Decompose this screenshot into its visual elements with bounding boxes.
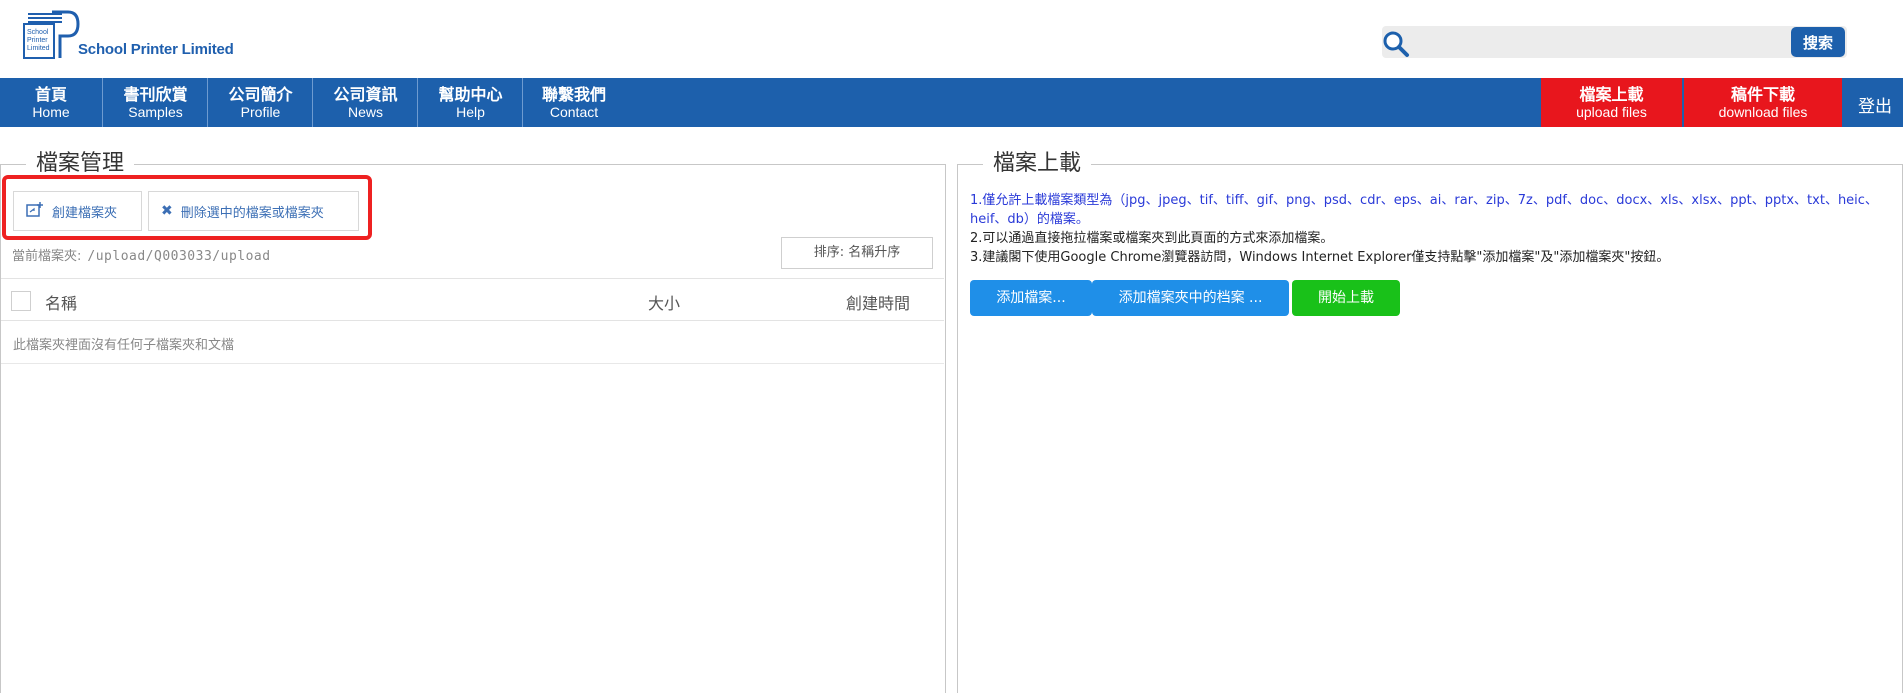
nav-profile[interactable]: 公司簡介 Profile: [209, 78, 313, 127]
nav-upload-zh: 檔案上載: [1579, 85, 1644, 104]
nav-download-zh: 稿件下載: [1730, 85, 1795, 104]
start-upload-button[interactable]: 開始上載: [1292, 280, 1400, 316]
add-files-button[interactable]: 添加檔案...: [970, 280, 1092, 316]
delete-selected-button[interactable]: ✖ 刪除選中的檔案或檔案夾: [148, 191, 359, 231]
nav-contact-zh: 聯繫我們: [541, 85, 606, 104]
nav-profile-en: Profile: [240, 104, 281, 120]
nav-download-files[interactable]: 稿件下載 download files: [1684, 78, 1842, 127]
nav-profile-zh: 公司簡介: [228, 85, 293, 104]
create-folder-label: 創建檔案夾: [52, 205, 118, 221]
nav-news-en: News: [347, 104, 383, 120]
current-folder-label: 當前檔案夾:: [12, 249, 82, 264]
nav-download-en: download files: [1718, 104, 1808, 120]
nav-help-en: Help: [456, 104, 485, 120]
nav-home[interactable]: 首頁 Home: [0, 78, 103, 127]
select-all-checkbox[interactable]: [11, 291, 31, 311]
empty-folder-message: 此檔案夾裡面沒有任何子檔案夾和文檔: [13, 338, 235, 353]
upload-note-browser: 3.建議閣下使用Google Chrome瀏覽器訪問，Windows Inter…: [970, 250, 1670, 265]
nav-samples[interactable]: 書刊欣賞 Samples: [104, 78, 208, 127]
company-name: School Printer Limited: [78, 41, 234, 58]
nav-home-en: Home: [32, 104, 70, 120]
new-folder-icon: [26, 201, 44, 221]
upload-note-drag-drop: 2.可以通過直接拖拉檔案或檔案夾到此頁面的方式來添加檔案。: [970, 231, 1334, 246]
delete-x-icon: ✖: [161, 203, 173, 219]
sort-dropdown[interactable]: 排序: 名稱升序: [781, 237, 933, 269]
search-icon[interactable]: [1382, 30, 1412, 58]
nav-upload-files[interactable]: 檔案上載 upload files: [1541, 78, 1682, 127]
main-nav: 首頁 Home 書刊欣賞 Samples 公司簡介 Profile 公司資訊 N…: [0, 78, 1903, 127]
svg-text:Printer: Printer: [27, 37, 48, 44]
site-header: School Printer Limited School Printer Li…: [0, 0, 1903, 78]
svg-text:School: School: [27, 29, 49, 36]
file-manager-title: 檔案管理: [26, 150, 135, 178]
nav-contact[interactable]: 聯繫我們 Contact: [524, 78, 624, 127]
upload-instructions: 1.僅允許上載檔案類型為（jpg、jpeg、tif、tiff、gif、png、p…: [970, 191, 1880, 267]
nav-upload-en: upload files: [1576, 104, 1647, 120]
nav-news[interactable]: 公司資訊 News: [314, 78, 418, 127]
upload-panel-title: 檔案上載: [983, 150, 1092, 178]
column-created[interactable]: 創建時間: [846, 290, 910, 314]
upload-note-allowed-types: 1.僅允許上載檔案類型為（jpg、jpeg、tif、tiff、gif、png、p…: [970, 193, 1878, 227]
nav-home-zh: 首頁: [34, 85, 67, 104]
nav-help-zh: 幫助中心: [438, 85, 503, 104]
current-folder-path: /upload/Q003033/upload: [87, 249, 271, 264]
create-folder-button[interactable]: 創建檔案夾: [13, 191, 142, 231]
svg-text:Limited: Limited: [27, 45, 50, 52]
file-table-header: 名稱 大小 創建時間: [1, 278, 944, 321]
nav-samples-zh: 書刊欣賞: [123, 85, 188, 104]
nav-help[interactable]: 幫助中心 Help: [419, 78, 523, 127]
nav-contact-en: Contact: [549, 104, 599, 120]
logo-mark-icon: School Printer Limited: [23, 10, 80, 59]
empty-folder-row: 此檔案夾裡面沒有任何子檔案夾和文檔: [1, 321, 944, 364]
nav-samples-en: Samples: [128, 104, 183, 120]
column-size[interactable]: 大小: [648, 290, 680, 314]
logout-link[interactable]: 登出: [1858, 92, 1892, 117]
add-folder-files-button[interactable]: 添加檔案夾中的档案 ...: [1092, 280, 1289, 316]
search-button[interactable]: 搜索: [1791, 27, 1845, 57]
nav-news-zh: 公司資訊: [333, 85, 398, 104]
current-folder: 當前檔案夾: /upload/Q003033/upload: [12, 245, 271, 264]
column-name[interactable]: 名稱: [45, 290, 77, 314]
search-input[interactable]: [1416, 29, 1786, 55]
delete-selected-label: 刪除選中的檔案或檔案夾: [180, 205, 324, 221]
